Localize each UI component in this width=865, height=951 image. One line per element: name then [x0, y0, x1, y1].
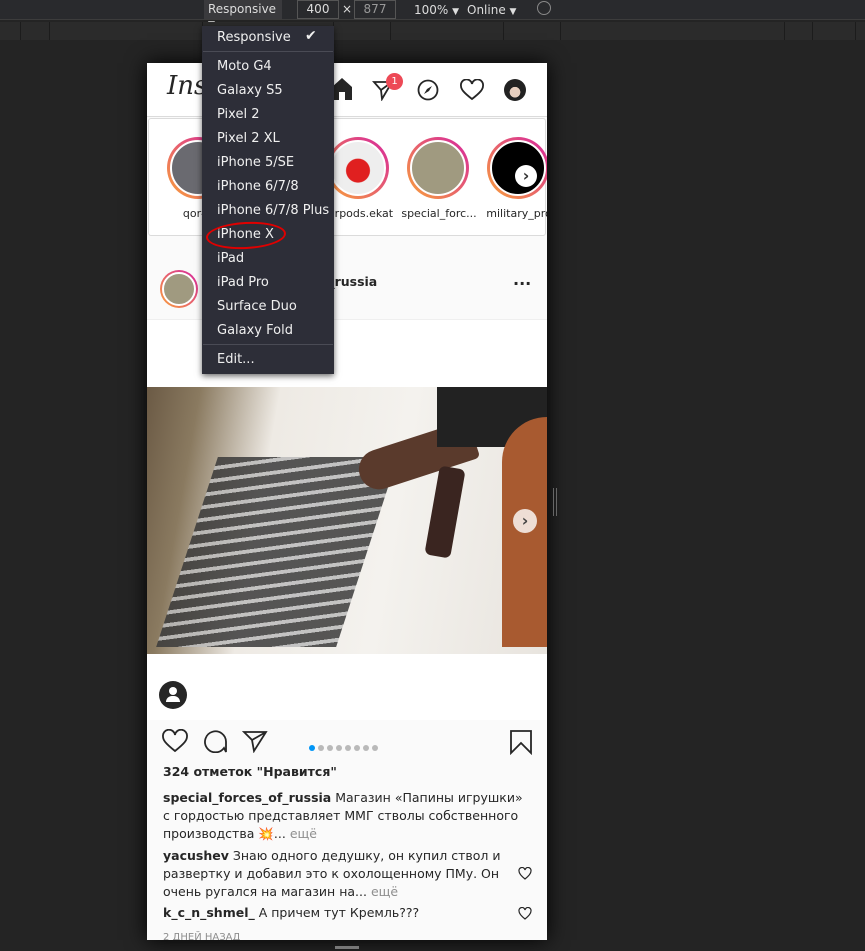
menu-item-pixel-2[interactable]: Pixel 2: [217, 107, 259, 122]
menu-item-surface-duo[interactable]: Surface Duo: [217, 299, 297, 314]
menu-item-galaxy-fold[interactable]: Galaxy Fold: [217, 323, 293, 338]
network-select[interactable]: Online ▼: [467, 3, 516, 17]
menu-item-iphone-6-7-8-plus[interactable]: iPhone 6/7/8 Plus: [217, 203, 329, 218]
comment: yacushev Знаю одного дедушку, он купил с…: [163, 847, 508, 901]
carousel-dot: [372, 745, 378, 751]
post-avatar[interactable]: [160, 270, 198, 308]
more-options-icon[interactable]: ···: [513, 274, 531, 293]
like-icon[interactable]: [162, 729, 188, 753]
chevron-right-icon[interactable]: ›: [515, 165, 537, 187]
zoom-select[interactable]: 100% ▼: [414, 3, 459, 17]
likes-count[interactable]: 324 отметок "Нравится": [163, 763, 337, 781]
share-icon[interactable]: [242, 729, 268, 753]
comment-username[interactable]: yacushev: [163, 848, 229, 863]
device-dropdown-menu: Responsive ✔ Moto G4 Galaxy S5 Pixel 2 P…: [202, 26, 334, 374]
more-link[interactable]: ещё: [290, 826, 317, 841]
menu-item-iphone-5-se[interactable]: iPhone 5/SE: [217, 155, 294, 170]
network-label: Online: [467, 3, 506, 17]
story-label: military_pro: [486, 207, 547, 220]
notification-badge: 1: [386, 73, 403, 90]
checkmark-icon: ✔: [305, 28, 317, 44]
explore-icon[interactable]: [417, 79, 439, 101]
menu-item-responsive[interactable]: Responsive: [217, 30, 291, 45]
post-image[interactable]: ›: [147, 387, 547, 654]
caption: special_forces_of_russia Магазин «Папины…: [163, 789, 528, 843]
profile-avatar[interactable]: [504, 79, 526, 101]
story-avatar[interactable]: [327, 137, 389, 199]
carousel-dot: [354, 745, 360, 751]
carousel-dot: [318, 745, 324, 751]
red-circle-annotation: [205, 219, 287, 252]
tagged-user-icon[interactable]: [159, 681, 187, 709]
home-icon[interactable]: [331, 77, 353, 101]
story-label: special_forc...: [401, 207, 477, 220]
carousel-dot: [309, 745, 315, 751]
carousel-dot: [327, 745, 333, 751]
more-link[interactable]: ещё: [371, 884, 398, 899]
menu-item-ipad-pro[interactable]: iPad Pro: [217, 275, 269, 290]
rotate-icon[interactable]: [537, 1, 551, 15]
menu-item-moto-g4[interactable]: Moto G4: [217, 59, 272, 74]
carousel-dot: [363, 745, 369, 751]
device-select[interactable]: Responsive ▼: [204, 0, 282, 30]
carousel-dot: [345, 745, 351, 751]
post-actions: [147, 725, 547, 765]
menu-item-galaxy-s5[interactable]: Galaxy S5: [217, 83, 283, 98]
caret-down-icon: ▼: [452, 7, 460, 17]
width-input[interactable]: 400: [297, 0, 339, 19]
caption-username[interactable]: special_forces_of_russia: [163, 790, 331, 805]
comment: k_c_n_shmel_ А причем тут Кремль???: [163, 904, 508, 922]
comment-like-icon[interactable]: [518, 907, 532, 920]
menu-item-iphone-6-7-8[interactable]: iPhone 6/7/8: [217, 179, 299, 194]
carousel-dot: [336, 745, 342, 751]
caret-down-icon: ▼: [509, 7, 517, 17]
comment-username[interactable]: k_c_n_shmel_: [163, 905, 255, 920]
post-media: ›: [147, 320, 547, 720]
carousel-indicator: [309, 736, 381, 755]
height-input[interactable]: 877: [354, 0, 396, 19]
menu-item-ipad[interactable]: iPad: [217, 251, 244, 266]
resize-handle-bottom[interactable]: [335, 946, 359, 949]
bookmark-icon[interactable]: [509, 729, 533, 755]
comment-text: А причем тут Кремль???: [258, 905, 420, 920]
comment-icon[interactable]: [202, 729, 228, 753]
times-label: ×: [342, 2, 353, 16]
post-timestamp: 2 дней назад: [163, 932, 241, 940]
comment-like-icon[interactable]: [518, 867, 532, 880]
devtools-toolbar: Responsive ▼ 400 × 877 100% ▼ Online ▼: [0, 0, 865, 30]
media-query-bar[interactable]: [0, 22, 865, 40]
zoom-label: 100%: [414, 3, 449, 17]
barrels-graphic: [156, 457, 398, 647]
menu-item-edit[interactable]: Edit...: [217, 352, 255, 367]
chevron-right-icon[interactable]: ›: [513, 509, 537, 533]
story-avatar[interactable]: [407, 137, 469, 199]
resize-handle[interactable]: [553, 488, 557, 516]
menu-item-pixel-2-xl[interactable]: Pixel 2 XL: [217, 131, 280, 146]
grip-graphic: [424, 465, 466, 559]
heart-icon[interactable]: [460, 79, 484, 101]
device-select-label: Responsive: [208, 2, 277, 16]
